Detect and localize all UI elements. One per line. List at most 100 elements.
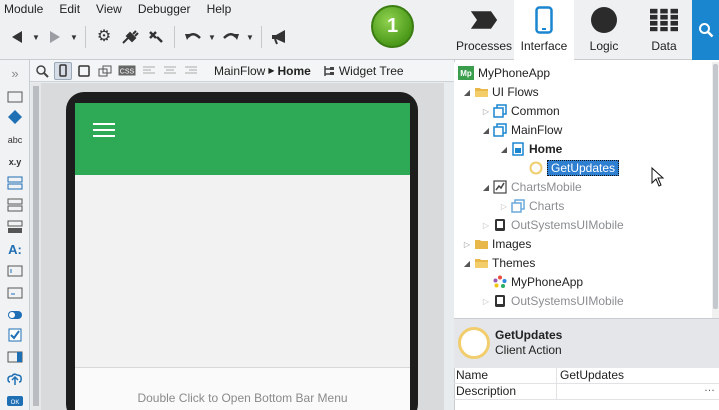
undo-dropdown-icon[interactable]: ▼ [208,26,216,48]
folder-open-icon [474,85,488,99]
checkbox-widget-icon[interactable] [5,326,25,344]
tree-item-outsystemsuimobile[interactable]: ▷ OutSystemsUIMobile [481,216,624,234]
tree-item-root[interactable]: Mp MyPhoneApp [456,64,550,82]
align-left-icon[interactable] [140,62,158,80]
text-input-widget-icon[interactable] [5,262,25,280]
redo-dropdown-icon[interactable]: ▼ [246,26,254,48]
screen-content-area[interactable] [75,175,410,367]
expand-palette-icon[interactable]: » [5,64,25,82]
menu-help[interactable]: Help [207,2,240,16]
data-grid-icon [650,6,678,34]
menu-module[interactable]: Module [4,2,51,16]
publish-1-click-button[interactable]: 1 [371,5,414,48]
back-icon[interactable] [6,26,28,48]
collapse-arrow-icon[interactable]: ◢ [462,259,472,268]
menu-view[interactable]: View [96,2,130,16]
tree-item-home[interactable]: ◢ Home [499,140,562,158]
upload-widget-icon[interactable] [5,370,25,388]
tree-label: OutSystemsUIMobile [511,294,624,308]
tablet-preview-icon[interactable] [75,62,93,80]
expand-arrow-icon[interactable]: ▷ [481,297,491,306]
dropdown-widget-icon[interactable] [5,348,25,366]
expand-arrow-icon[interactable]: ▷ [481,221,491,230]
expand-arrow-icon[interactable]: ▷ [499,202,509,211]
search-button[interactable] [692,0,719,60]
disconnect-plug-icon[interactable] [145,26,167,48]
phone-preview-icon[interactable] [54,61,72,80]
align-right-icon[interactable] [182,62,200,80]
css-editor-icon[interactable]: CSS [117,62,137,80]
label-widget-icon[interactable]: A: [5,240,25,258]
tree-item-themes[interactable]: ◢ Themes [462,254,535,272]
align-center-icon[interactable] [161,62,179,80]
chart-module-icon [493,180,507,194]
widget-tree-button[interactable]: Widget Tree [323,64,404,78]
menu-debugger[interactable]: Debugger [138,2,199,16]
tab-data[interactable]: Data [634,0,694,60]
tree-item-getupdates[interactable]: GetUpdates [527,159,620,177]
switch-widget-icon[interactable] [5,306,25,324]
form-widget-icon[interactable] [5,196,25,214]
tree-item-ui-flows[interactable]: ◢ UI Flows [462,83,539,101]
button-widget-icon[interactable]: OK [5,392,25,410]
tab-interface[interactable]: Interface [514,0,574,60]
text-widget-icon[interactable]: abc [5,131,25,149]
tree-scrollbar[interactable] [712,62,719,318]
property-value-description[interactable]: … [557,382,719,399]
list-widget-icon[interactable] [5,218,25,236]
container-widget-icon[interactable] [5,88,25,106]
properties-subtitle: Client Action [495,343,562,357]
forward-dropdown-icon[interactable]: ▼ [70,26,78,48]
back-dropdown-icon[interactable]: ▼ [32,26,40,48]
menu-edit[interactable]: Edit [59,2,88,16]
tree-label: MyPhoneApp [511,275,584,289]
property-row-name: Name GetUpdates [454,368,719,384]
redo-icon[interactable] [220,26,242,48]
app-header[interactable] [75,103,410,175]
tree-label: Charts [529,199,565,213]
widget-tree-label: Widget Tree [338,63,404,78]
service-studio-window: Module Edit View Debugger Help ▼ ▼ ⚙ ▼ ▼… [0,0,719,410]
tree-item-charts[interactable]: ▷ Charts [499,197,564,215]
expression-widget-icon[interactable]: x.y [5,153,25,171]
tab-logic[interactable]: Logic [574,0,634,60]
expand-arrow-icon[interactable]: ▷ [462,240,472,249]
collapse-arrow-icon[interactable]: ◢ [499,145,509,154]
zoom-icon[interactable] [33,62,51,80]
property-value-name[interactable]: GetUpdates [557,368,719,383]
tree-item-outsystemsuimobile-theme[interactable]: ▷ OutSystemsUIMobile [481,292,624,310]
scrollbar-thumb[interactable] [33,86,39,406]
tree-item-chartsmobile[interactable]: ◢ ChartsMobile [481,178,582,196]
expand-arrow-icon[interactable]: ▷ [481,107,491,116]
workspace-tabs: Processes Interface Logic Data [454,0,694,60]
undo-icon[interactable] [182,26,204,48]
bottom-bar-hint[interactable]: Double Click to Open Bottom Bar Menu [75,391,410,405]
more-ellipsis-icon[interactable]: … [704,382,715,394]
tab-processes[interactable]: Processes [454,0,514,60]
tree-item-images[interactable]: ▷ Images [462,235,531,253]
rotate-device-icon[interactable] [96,62,114,80]
tab-label: Logic [589,39,619,53]
tree-item-theme-myphoneapp[interactable]: MyPhoneApp [491,273,583,291]
screen-editor-toolbar: CSS MainFlow ▶ Home Widget Tree [30,60,455,82]
announcement-megaphone-icon[interactable] [269,26,291,48]
forward-icon[interactable] [44,26,66,48]
input-widget-icon[interactable] [5,174,25,192]
breadcrumb-flow[interactable]: MainFlow [214,64,265,78]
collapse-arrow-icon[interactable]: ◢ [481,126,491,135]
properties-title: GetUpdates [495,328,563,342]
tree-item-mainflow[interactable]: ◢ MainFlow [481,121,562,139]
collapse-arrow-icon[interactable]: ◢ [481,183,491,192]
breadcrumb-screen[interactable]: Home [278,64,311,78]
scrollbar-thumb[interactable] [713,64,718,309]
canvas-scrollbar[interactable] [31,83,41,410]
tree-item-common[interactable]: ▷ Common [481,102,560,120]
text-area-widget-icon[interactable] [5,284,25,302]
module-badge-icon: Mp [458,66,474,80]
collapse-arrow-icon[interactable]: ◢ [462,88,472,97]
ui-flow-icon [511,199,525,213]
if-widget-icon[interactable] [5,108,25,126]
hamburger-menu-icon[interactable] [93,123,115,139]
connect-plug-icon[interactable] [119,26,141,48]
settings-gear-icon[interactable]: ⚙ [93,26,115,48]
